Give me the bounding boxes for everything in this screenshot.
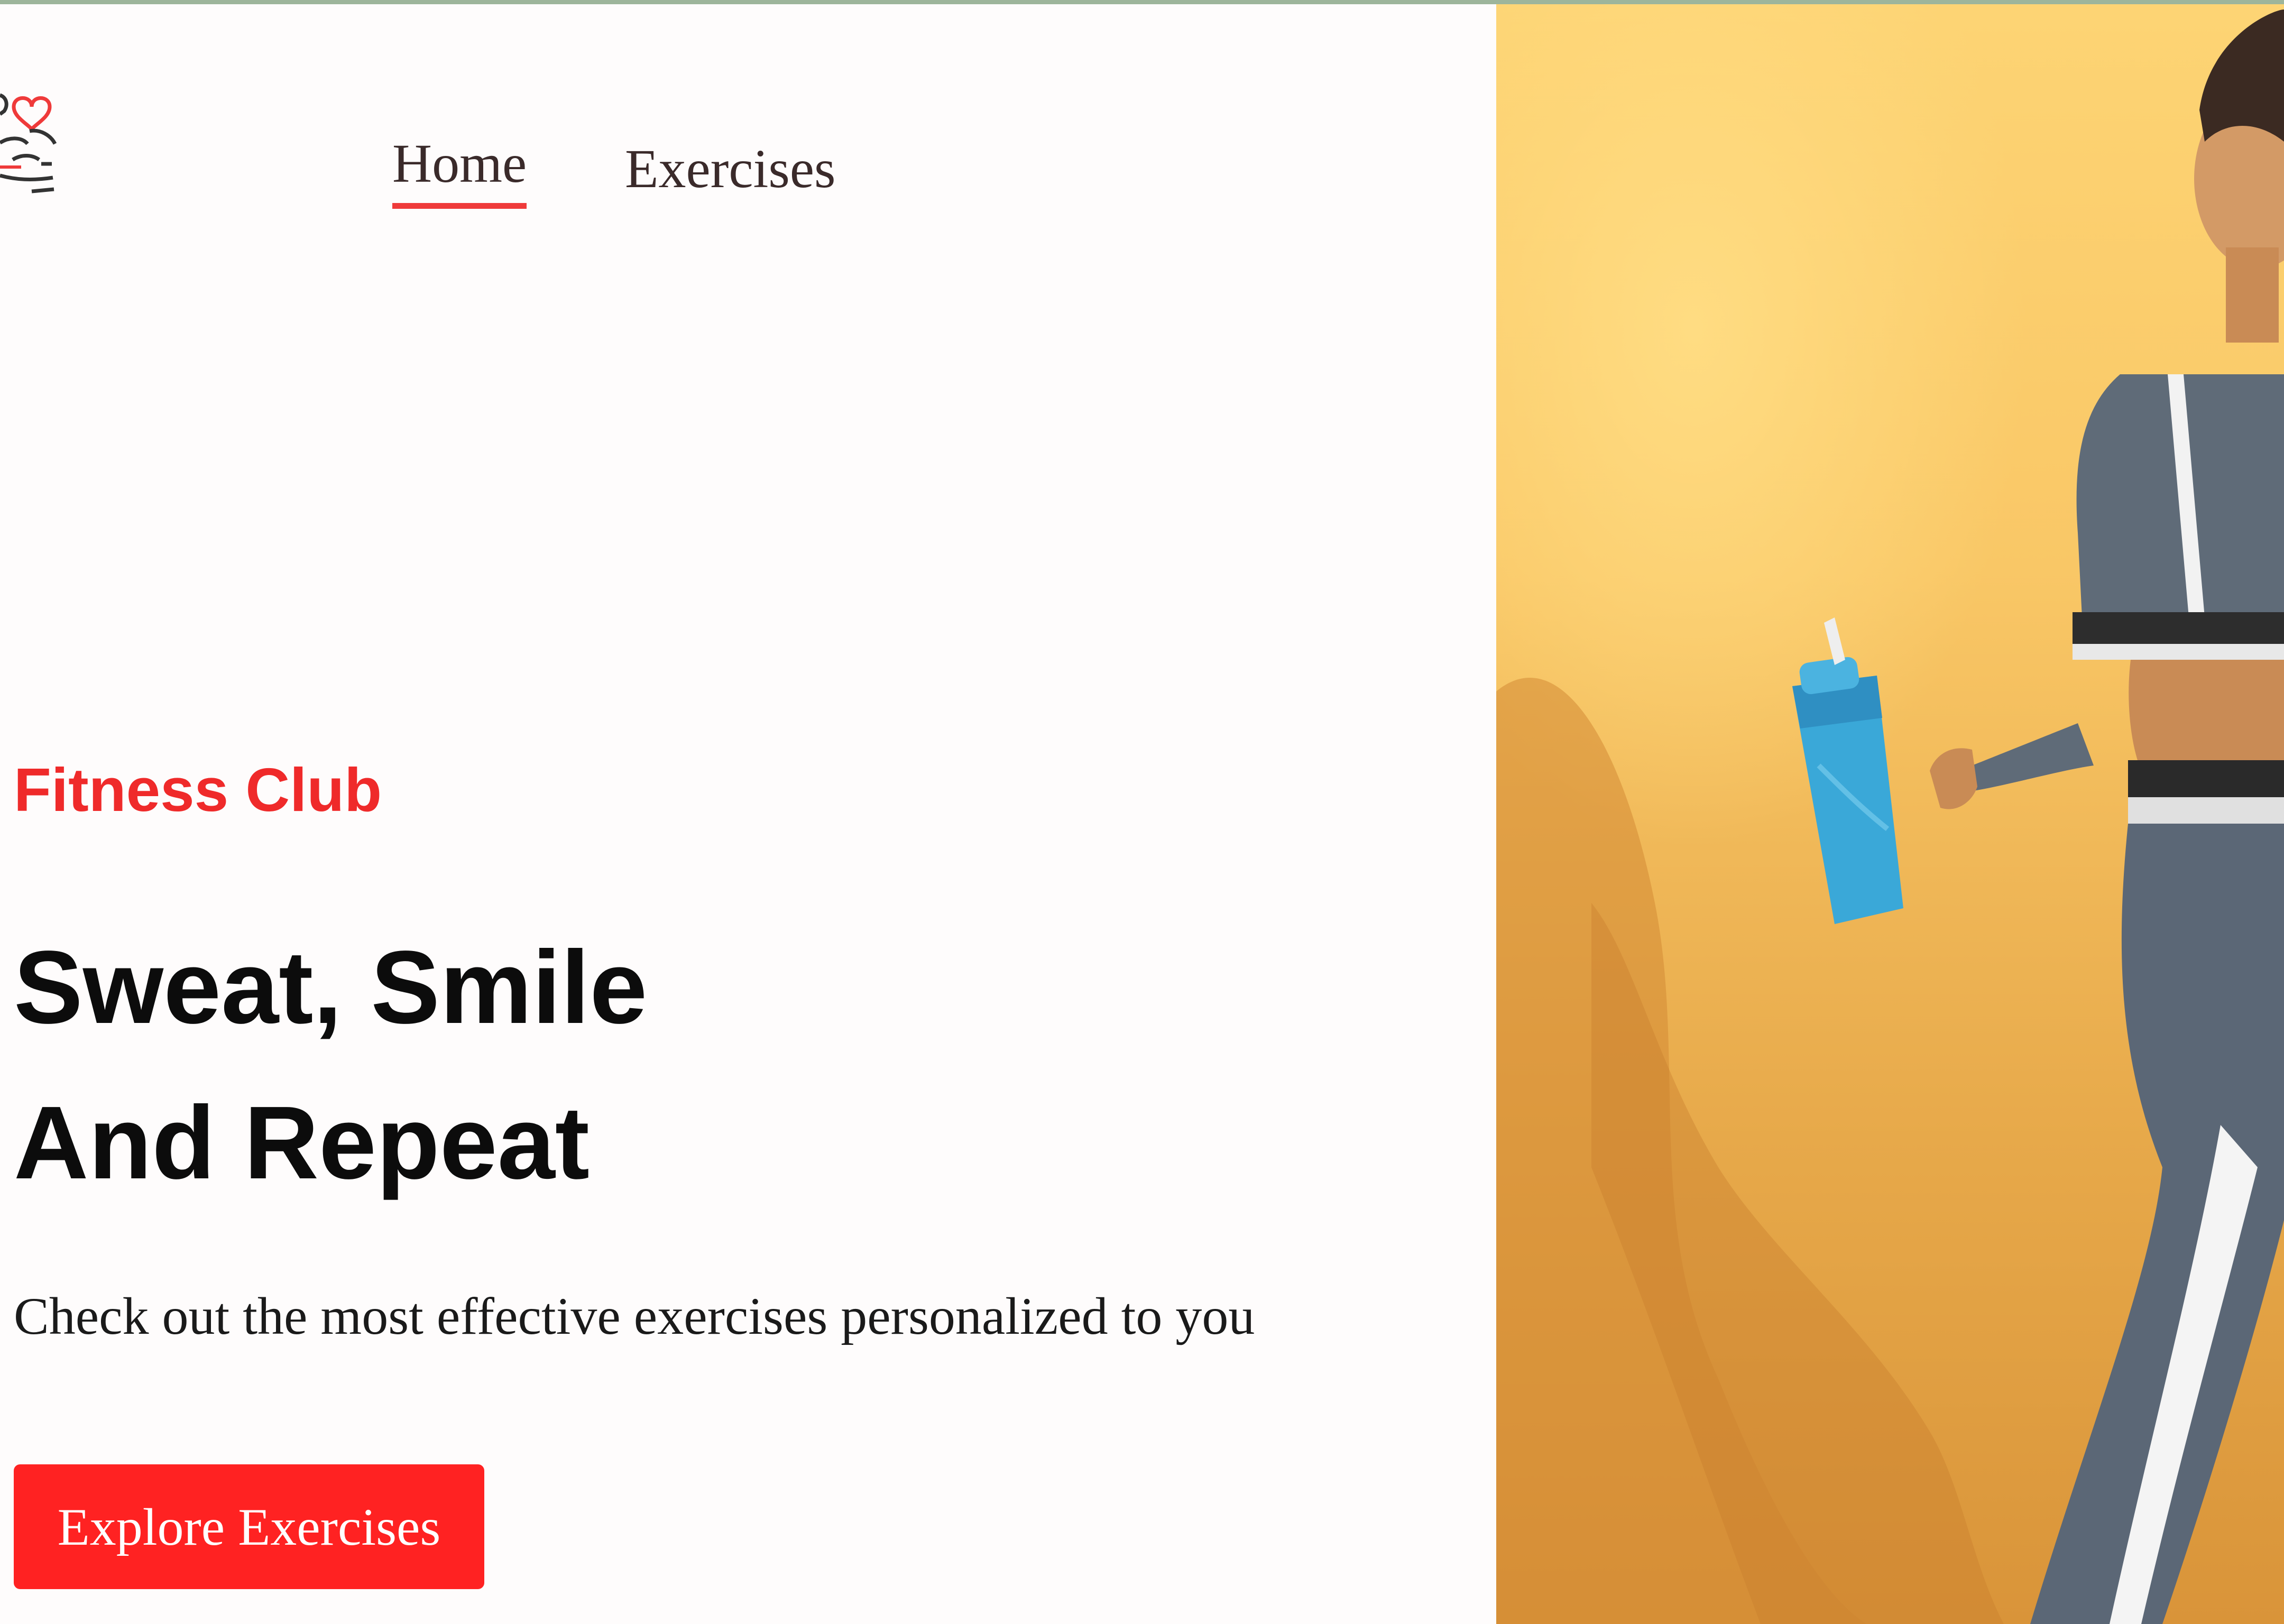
hero-banner-image	[1496, 4, 2284, 1624]
gym-heart-logo-icon[interactable]	[0, 74, 63, 201]
explore-exercises-button[interactable]: Explore Exercises	[14, 1464, 484, 1589]
window-top-border	[0, 0, 2284, 4]
hero-subtitle: Check out the most effective exercises p…	[14, 1287, 1255, 1345]
hero-headline-line2: And Repeat	[14, 1085, 590, 1201]
explore-exercises-button-label: Explore Exercises	[57, 1497, 441, 1556]
nav-exercises-link[interactable]: Exercises	[625, 142, 835, 197]
page: Home Exercises Fitness Club Sweat, Smile…	[0, 0, 2284, 1624]
hero-headline-line1: Sweat, Smile	[14, 929, 648, 1045]
nav-home-link[interactable]: Home	[392, 136, 527, 209]
hero-kicker: Fitness Club	[14, 755, 382, 824]
